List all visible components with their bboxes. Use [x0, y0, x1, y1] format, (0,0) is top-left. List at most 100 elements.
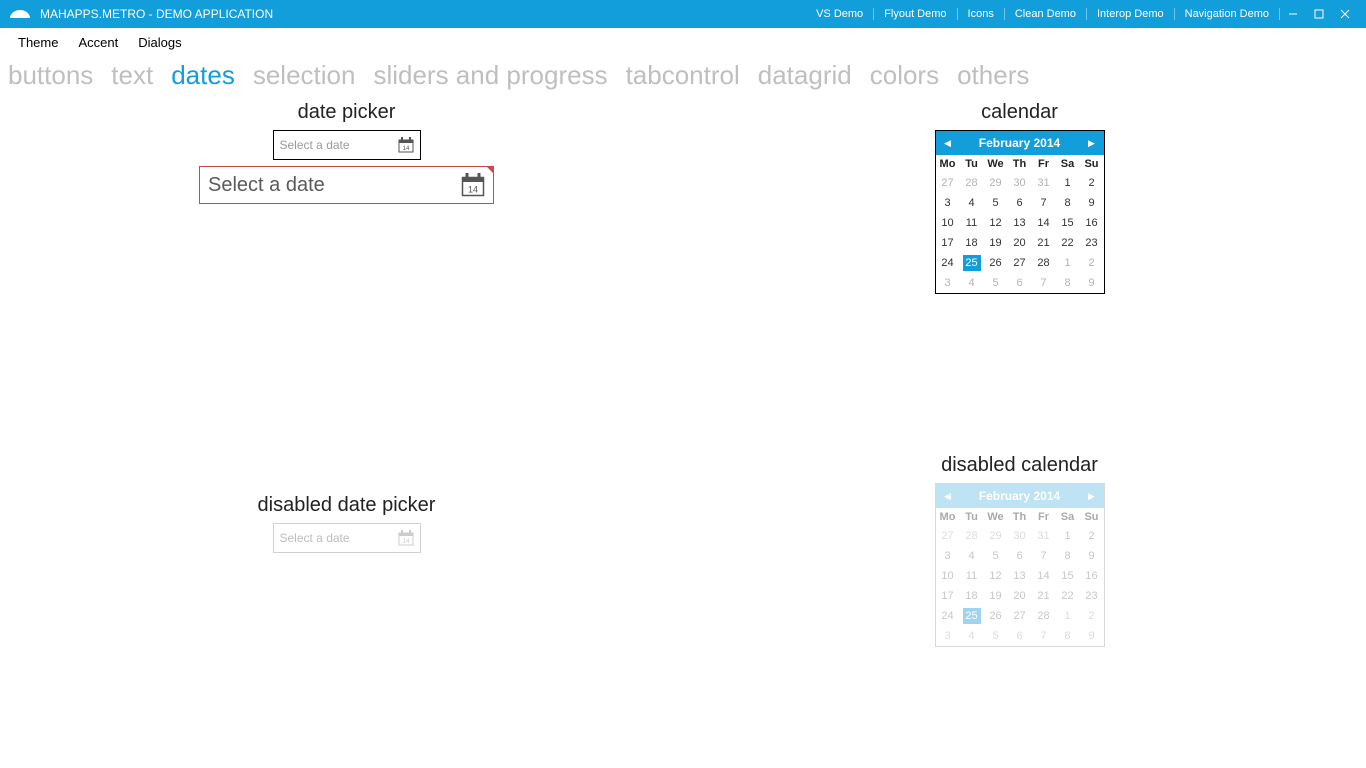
calendar-day: 3 — [936, 626, 960, 646]
tab-tabcontrol[interactable]: tabcontrol — [626, 60, 740, 91]
close-button[interactable] — [1332, 0, 1358, 28]
calendar-day[interactable]: 29 — [984, 173, 1008, 193]
calendar-day[interactable]: 21 — [1032, 233, 1056, 253]
calendar-day[interactable]: 12 — [984, 213, 1008, 233]
calendar-day[interactable]: 13 — [1008, 213, 1032, 233]
tab-buttons[interactable]: buttons — [8, 60, 93, 91]
calendar-day[interactable]: 5 — [984, 273, 1008, 293]
calendar[interactable]: ◀ February 2014 ▶ MoTuWeThFrSaSu27282930… — [935, 130, 1105, 294]
calendar-day[interactable]: 4 — [960, 273, 984, 293]
calendar-day: 17 — [936, 586, 960, 606]
calendar-day: 5 — [984, 546, 1008, 566]
calendar-month-label[interactable]: February 2014 — [960, 136, 1080, 150]
calendar-day[interactable]: 24 — [936, 253, 960, 273]
titlebar-link-vs-demo[interactable]: VS Demo — [806, 8, 874, 20]
menu-item-accent[interactable]: Accent — [68, 31, 128, 54]
date-picker-small[interactable]: Select a date 14 — [273, 130, 421, 160]
window-titlebar: MAHAPPS.METRO - DEMO APPLICATION VS Demo… — [0, 0, 1366, 28]
calendar-day[interactable]: 14 — [1032, 213, 1056, 233]
calendar-day[interactable]: 5 — [984, 193, 1008, 213]
date-picker-large-placeholder: Select a date — [208, 174, 461, 197]
calendar-icon: 14 — [398, 530, 414, 546]
calendar-day[interactable]: 6 — [1008, 193, 1032, 213]
calendar-weekday: Su — [1080, 508, 1104, 526]
minimize-button[interactable] — [1280, 0, 1306, 28]
calendar-day[interactable]: 8 — [1056, 273, 1080, 293]
calendar-day[interactable]: 19 — [984, 233, 1008, 253]
calendar-day: 1 — [1056, 526, 1080, 546]
calendar-day: 2 — [1080, 526, 1104, 546]
tab-datagrid[interactable]: datagrid — [758, 60, 852, 91]
calendar-day[interactable]: 7 — [1032, 193, 1056, 213]
tab-colors[interactable]: colors — [870, 60, 939, 91]
calendar-day[interactable]: 10 — [936, 213, 960, 233]
calendar-day: 5 — [984, 626, 1008, 646]
calendar-weekday: We — [984, 508, 1008, 526]
calendar-day[interactable]: 2 — [1080, 253, 1104, 273]
calendar-weekday: Sa — [1056, 155, 1080, 173]
calendar-day[interactable]: 3 — [936, 193, 960, 213]
calendar-day[interactable]: 9 — [1080, 273, 1104, 293]
tab-others[interactable]: others — [957, 60, 1029, 91]
date-picker-large[interactable]: Select a date 14 — [199, 166, 494, 204]
calendar-day[interactable]: 1 — [1056, 173, 1080, 193]
calendar-day: 29 — [984, 526, 1008, 546]
calendar-icon[interactable]: 14 — [398, 137, 414, 153]
date-picker-small-placeholder: Select a date — [280, 138, 398, 152]
calendar-day: 1 — [1056, 606, 1080, 626]
calendar-day[interactable]: 18 — [960, 233, 984, 253]
calendar-day[interactable]: 27 — [936, 173, 960, 193]
calendar-day[interactable]: 17 — [936, 233, 960, 253]
calendar-day[interactable]: 11 — [960, 213, 984, 233]
calendar-day: 26 — [984, 606, 1008, 626]
tab-sliders-and-progress[interactable]: sliders and progress — [373, 60, 607, 91]
calendar-weekday: Th — [1008, 508, 1032, 526]
tab-dates[interactable]: dates — [171, 60, 235, 91]
calendar-day[interactable]: 9 — [1080, 193, 1104, 213]
titlebar-link-icons[interactable]: Icons — [958, 8, 1005, 20]
calendar-day[interactable]: 7 — [1032, 273, 1056, 293]
calendar-day[interactable]: 27 — [1008, 253, 1032, 273]
titlebar-link-clean-demo[interactable]: Clean Demo — [1005, 8, 1087, 20]
menu-item-dialogs[interactable]: Dialogs — [128, 31, 191, 54]
titlebar-link-interop-demo[interactable]: Interop Demo — [1087, 8, 1175, 20]
titlebar-link-flyout-demo[interactable]: Flyout Demo — [874, 8, 957, 20]
calendar-day: 7 — [1032, 626, 1056, 646]
calendar-next-icon[interactable]: ▶ — [1080, 138, 1104, 149]
calendar-day: 12 — [984, 566, 1008, 586]
calendar-day: 7 — [1032, 546, 1056, 566]
calendar-prev-icon[interactable]: ◀ — [936, 138, 960, 149]
date-picker-disabled: Select a date 14 — [273, 523, 421, 553]
calendar-weekday: Th — [1008, 155, 1032, 173]
calendar-day[interactable]: 1 — [1056, 253, 1080, 273]
calendar-day[interactable]: 30 — [1008, 173, 1032, 193]
calendar-day[interactable]: 2 — [1080, 173, 1104, 193]
titlebar-link-navigation-demo[interactable]: Navigation Demo — [1175, 8, 1280, 20]
tab-selection[interactable]: selection — [253, 60, 356, 91]
calendar-day[interactable]: 3 — [936, 273, 960, 293]
calendar-day[interactable]: 26 — [984, 253, 1008, 273]
calendar-day[interactable]: 15 — [1056, 213, 1080, 233]
calendar-day[interactable]: 16 — [1080, 213, 1104, 233]
calendar-day[interactable]: 28 — [1032, 253, 1056, 273]
calendar-day[interactable]: 8 — [1056, 193, 1080, 213]
calendar-weekday: Tu — [960, 508, 984, 526]
menu-item-theme[interactable]: Theme — [8, 31, 68, 54]
calendar-icon[interactable]: 14 — [461, 173, 485, 197]
calendar-day: 8 — [1056, 546, 1080, 566]
calendar-day[interactable]: 31 — [1032, 173, 1056, 193]
calendar-day: 9 — [1080, 546, 1104, 566]
calendar-day[interactable]: 20 — [1008, 233, 1032, 253]
calendar-weekday: Fr — [1032, 508, 1056, 526]
tab-text[interactable]: text — [111, 60, 153, 91]
calendar-day[interactable]: 4 — [960, 193, 984, 213]
maximize-button[interactable] — [1306, 0, 1332, 28]
calendar-day: 27 — [936, 526, 960, 546]
calendar-day[interactable]: 28 — [960, 173, 984, 193]
calendar-day[interactable]: 22 — [1056, 233, 1080, 253]
calendar-day[interactable]: 25 — [960, 253, 984, 273]
calendar-day[interactable]: 23 — [1080, 233, 1104, 253]
calendar-day: 19 — [984, 586, 1008, 606]
main-tabs: buttons text dates selection sliders and… — [0, 56, 1366, 101]
calendar-day[interactable]: 6 — [1008, 273, 1032, 293]
